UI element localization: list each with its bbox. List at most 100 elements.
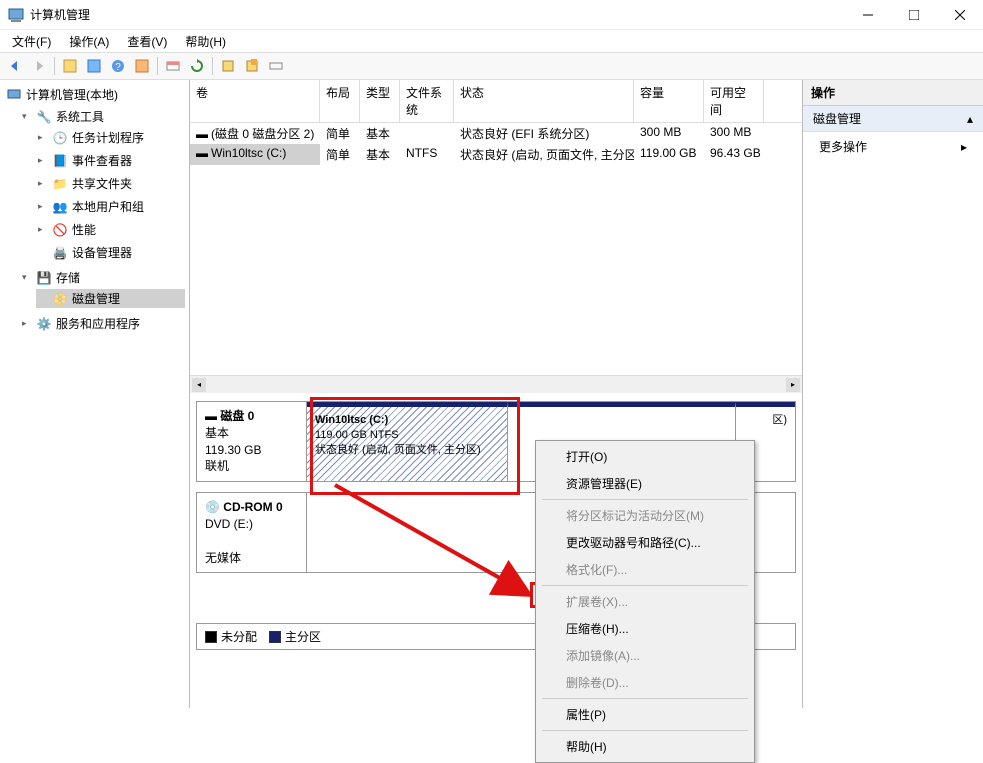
cm-shrink[interactable]: 压缩卷(H)... — [538, 615, 752, 642]
horizontal-scrollbar[interactable]: ◂ ▸ — [190, 375, 802, 393]
col-volume[interactable]: 卷 — [190, 80, 320, 122]
expand-icon[interactable]: ▸ — [38, 201, 48, 212]
menubar: 文件(F) 操作(A) 查看(V) 帮助(H) — [0, 30, 983, 52]
actions-more[interactable]: 更多操作 ▸ — [803, 132, 983, 161]
tree-performance[interactable]: ▸🚫性能 — [36, 220, 185, 239]
collapse-icon: ▴ — [967, 112, 973, 126]
menu-file[interactable]: 文件(F) — [4, 31, 59, 52]
scroll-right-icon[interactable]: ▸ — [786, 378, 800, 392]
expand-icon[interactable]: ▸ — [38, 178, 48, 189]
disk-info[interactable]: ▬ 磁盘 0 基本 119.30 GB 联机 — [197, 402, 307, 481]
toolbar-icon-9[interactable] — [265, 55, 287, 77]
tree-root[interactable]: 计算机管理(本地) — [4, 84, 185, 105]
toolbar-icon-1[interactable] — [59, 55, 81, 77]
chevron-right-icon: ▸ — [961, 140, 967, 154]
partition-c[interactable]: Win10ltsc (C:) 119.00 GB NTFS 状态良好 (启动, … — [307, 402, 507, 481]
forward-button[interactable] — [28, 55, 50, 77]
volume-icon: ▬ — [196, 127, 208, 141]
svg-text:?: ? — [115, 62, 121, 73]
scroll-left-icon[interactable]: ◂ — [192, 378, 206, 392]
gauge-icon: 🚫 — [52, 222, 68, 238]
cm-explorer[interactable]: 资源管理器(E) — [538, 470, 752, 497]
volume-row[interactable]: ▬(磁盘 0 磁盘分区 2) 简单 基本 状态良好 (EFI 系统分区) 300… — [190, 123, 802, 144]
expand-icon[interactable]: ▸ — [38, 155, 48, 166]
minimize-button[interactable] — [845, 0, 891, 30]
refresh-icon[interactable] — [186, 55, 208, 77]
legend-label: 未分配 — [221, 628, 257, 645]
menu-help[interactable]: 帮助(H) — [177, 31, 234, 52]
col-free[interactable]: 可用空间 — [704, 80, 764, 122]
toolbar-icon-2[interactable] — [83, 55, 105, 77]
toolbar-icon-4[interactable] — [131, 55, 153, 77]
clock-icon: 🕒 — [52, 130, 68, 146]
actions-sub-label: 磁盘管理 — [813, 110, 861, 127]
volume-layout: 简单 — [320, 144, 360, 165]
context-menu: 打开(O) 资源管理器(E) 将分区标记为活动分区(M) 更改驱动器号和路径(C… — [535, 440, 755, 763]
close-button[interactable] — [937, 0, 983, 30]
legend-swatch-blue — [269, 631, 281, 643]
disk-title: 磁盘 0 — [220, 409, 254, 423]
legend-unallocated: 未分配 — [205, 628, 257, 645]
expand-icon[interactable]: ▸ — [38, 132, 48, 143]
cm-help[interactable]: 帮助(H) — [538, 733, 752, 760]
actions-header: 操作 — [803, 80, 983, 106]
legend-label: 主分区 — [285, 628, 321, 645]
volume-fs — [400, 123, 454, 144]
cm-properties[interactable]: 属性(P) — [538, 701, 752, 728]
tree-storage[interactable]: ▾ 💾 存储 — [20, 268, 185, 287]
disk-state: 联机 — [205, 458, 298, 475]
cdrom-state: 无媒体 — [205, 550, 298, 567]
menu-view[interactable]: 查看(V) — [119, 31, 175, 52]
menu-action[interactable]: 操作(A) — [61, 31, 117, 52]
users-icon: 👥 — [52, 199, 68, 215]
tree-services-apps[interactable]: ▸ ⚙️ 服务和应用程序 — [20, 314, 185, 333]
actions-disk-mgmt[interactable]: 磁盘管理 ▴ — [803, 106, 983, 132]
help-icon[interactable]: ? — [107, 55, 129, 77]
tree-system-tools[interactable]: ▾ 🔧 系统工具 — [20, 107, 185, 126]
tree-event-viewer[interactable]: ▸📘事件查看器 — [36, 151, 185, 170]
volume-name: Win10ltsc (C:) — [211, 146, 286, 160]
col-status[interactable]: 状态 — [454, 80, 634, 122]
cm-change-letter[interactable]: 更改驱动器号和路径(C)... — [538, 529, 752, 556]
tree-disk-management[interactable]: 📀磁盘管理 — [36, 289, 185, 308]
cm-separator — [542, 730, 748, 731]
cm-mark-active: 将分区标记为活动分区(M) — [538, 502, 752, 529]
tree-task-scheduler[interactable]: ▸🕒任务计划程序 — [36, 128, 185, 147]
expand-icon[interactable]: ▸ — [38, 224, 48, 235]
col-layout[interactable]: 布局 — [320, 80, 360, 122]
tree-label: 系统工具 — [56, 108, 104, 125]
tree-shared-folders[interactable]: ▸📁共享文件夹 — [36, 174, 185, 193]
disk-info[interactable]: 💿 CD-ROM 0 DVD (E:) 无媒体 — [197, 493, 307, 572]
tree-device-manager[interactable]: 🖨️设备管理器 — [36, 243, 185, 262]
volume-icon: ▬ — [196, 146, 208, 160]
expand-icon[interactable]: ▾ — [22, 111, 32, 122]
wrench-icon: 🔧 — [36, 109, 52, 125]
tree-label: 本地用户和组 — [72, 198, 144, 215]
volume-name: (磁盘 0 磁盘分区 2) — [211, 127, 314, 141]
computer-icon — [6, 87, 22, 103]
toolbar-icon-8[interactable] — [241, 55, 263, 77]
tree-label: 存储 — [56, 269, 80, 286]
col-type[interactable]: 类型 — [360, 80, 400, 122]
toolbar-icon-5[interactable] — [162, 55, 184, 77]
cdrom-title: CD-ROM 0 — [223, 500, 282, 514]
back-button[interactable] — [4, 55, 26, 77]
tree-local-users[interactable]: ▸ 👥本地用户和组 — [36, 197, 185, 216]
disk-icon: ▬ — [205, 409, 217, 423]
app-icon — [8, 7, 24, 23]
cm-open[interactable]: 打开(O) — [538, 443, 752, 470]
volume-layout: 简单 — [320, 123, 360, 144]
volume-status: 状态良好 (EFI 系统分区) — [454, 123, 634, 144]
volume-row[interactable]: ▬Win10ltsc (C:) 简单 基本 NTFS 状态良好 (启动, 页面文… — [190, 144, 802, 165]
col-fs[interactable]: 文件系统 — [400, 80, 454, 122]
expand-icon[interactable]: ▾ — [22, 272, 32, 283]
actions-more-label: 更多操作 — [819, 138, 867, 155]
disk-icon: 📀 — [52, 291, 68, 307]
col-capacity[interactable]: 容量 — [634, 80, 704, 122]
maximize-button[interactable] — [891, 0, 937, 30]
volume-fs: NTFS — [400, 144, 454, 165]
cm-format: 格式化(F)... — [538, 556, 752, 583]
expand-icon[interactable]: ▸ — [22, 318, 32, 329]
disk-size: 119.30 GB — [205, 442, 298, 459]
toolbar-icon-7[interactable] — [217, 55, 239, 77]
